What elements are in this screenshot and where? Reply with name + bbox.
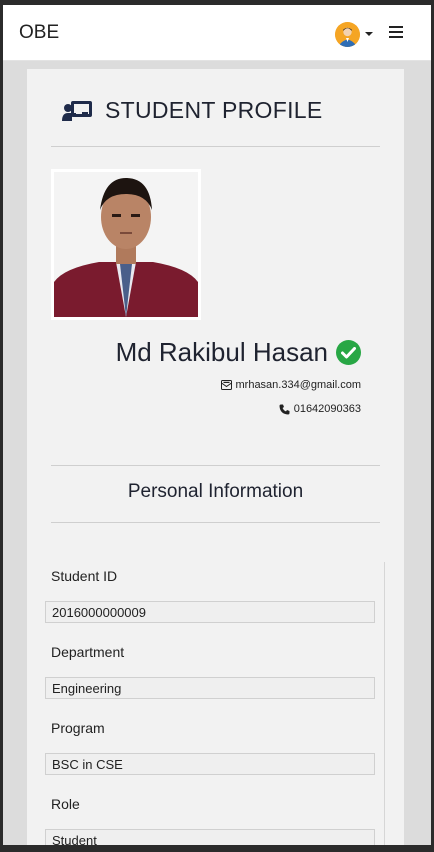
app-frame: OBE STUDENT PROFILE Md Rakibul Hasan mrh… [3,5,431,845]
role-field[interactable]: Student [45,829,375,845]
student-name-row: Md Rakibul Hasan [116,337,361,368]
brand-link[interactable]: OBE [19,22,59,44]
user-avatar-icon [335,21,360,47]
program-label: Program [51,720,105,736]
personal-info-panel: Student ID 2016000000009 Department Engi… [45,562,385,845]
email-row: mrhasan.334@gmail.com [220,379,362,391]
student-id-field[interactable]: 2016000000009 [45,601,375,623]
hamburger-menu-icon[interactable] [389,26,403,39]
chevron-down-icon [365,32,373,36]
student-id-label: Student ID [51,568,118,584]
email-text[interactable]: mrhasan.334@gmail.com [236,379,362,391]
profile-header: STUDENT PROFILE [62,97,323,124]
student-photo [51,169,201,320]
profile-card: STUDENT PROFILE Md Rakibul Hasan mrhasan… [27,69,404,845]
check-circle-icon [336,340,361,365]
department-label: Department [51,644,125,660]
envelope-open-icon [220,380,232,390]
department-field[interactable]: Engineering [45,677,375,699]
page-title: STUDENT PROFILE [105,97,323,123]
phone-icon [279,404,290,414]
section-title: Personal Information [127,481,304,502]
navbar: OBE [3,5,431,61]
divider [51,465,380,466]
divider [51,522,380,523]
teacher-board-icon [62,100,92,121]
phone-row: 01642090363 [279,403,361,415]
role-label: Role [51,796,80,812]
divider [51,146,380,147]
phone-text[interactable]: 01642090363 [294,403,361,415]
program-field[interactable]: BSC in CSE [45,753,375,775]
user-menu-toggle[interactable] [335,21,375,47]
student-name: Md Rakibul Hasan [115,337,328,367]
